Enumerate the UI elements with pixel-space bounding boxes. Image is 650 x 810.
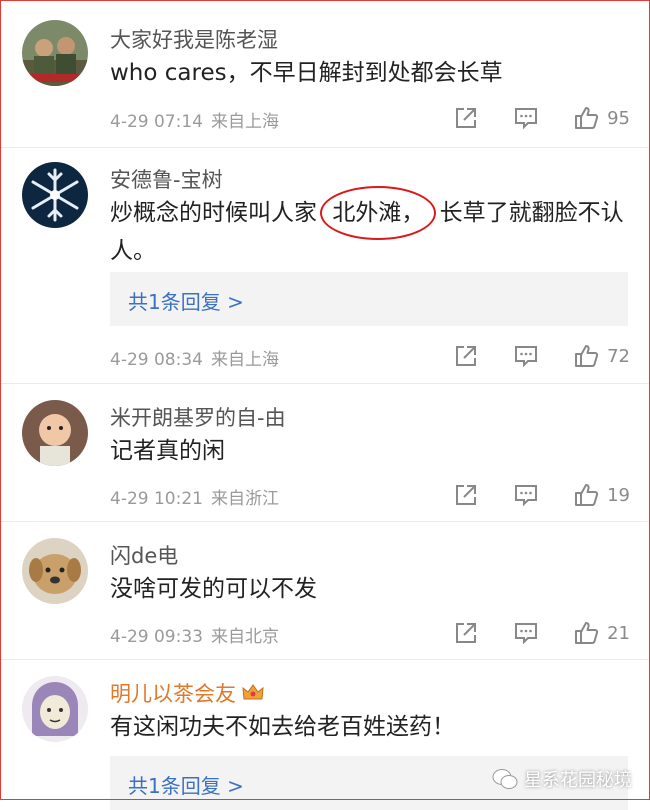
comment-text: 有这闲功夫不如去给老百姓送药！ [110,714,455,740]
like-count: 95 [607,107,630,129]
username[interactable]: 闪de电 [110,540,178,570]
comment-location: 来自北京 [210,627,279,647]
reply-button[interactable] [513,105,539,131]
thumbs-up-icon [575,345,599,367]
comment-meta: 4-29 07:14 来自上海 [110,107,279,132]
comment-icon [515,623,538,645]
comment-actions: 95 [453,104,630,132]
like-button[interactable]: 72 [573,343,630,369]
comment-date: 4-29 07:14 [110,112,203,132]
thumbs-up-icon [575,622,599,644]
username[interactable]: 明儿以茶会友 [110,678,264,708]
reply-count-link[interactable]: 共1条回复 > [128,286,244,315]
comment-item: 闪de电 没啥可发的可以不发 4-29 09:33 来自北京 21 [0,522,650,660]
share-icon [456,346,477,366]
avatar[interactable] [22,162,88,228]
comment-actions: 19 [453,481,630,509]
highlight-circle: 北外滩， [320,186,437,240]
comment-item: 安德鲁-宝树 炒概念的时候叫人家 北外滩， 长草了就翻脸不认人。 共1条回复 >… [0,148,650,384]
like-count: 21 [607,622,630,644]
share-button[interactable] [453,482,479,508]
reply-thread[interactable]: 共1条回复 > [110,272,628,326]
comment-date: 4-29 09:33 [110,627,203,647]
share-button[interactable] [453,343,479,369]
comment-item: 大家好我是陈老湿 who cares，不早日解封到处都会长草 4-29 07:1… [0,0,650,148]
reply-count-link[interactable]: 共1条回复 > [128,770,244,799]
comment-location: 来自浙江 [210,489,279,509]
username[interactable]: 大家好我是陈老湿 [110,24,278,54]
thumbs-up-icon [575,484,599,506]
like-button[interactable]: 95 [573,105,630,131]
avatar[interactable] [22,676,88,742]
comment-icon [515,346,538,368]
comment-date: 4-29 10:21 [110,489,203,509]
share-button[interactable] [453,105,479,131]
comment-icon [515,108,538,130]
comment-meta: 4-29 10:21 来自浙江 [110,484,279,509]
comment-actions: 21 [453,619,630,647]
comment-icon [515,485,538,507]
username-text: 明儿以茶会友 [110,682,236,706]
share-button[interactable] [453,620,479,646]
avatar[interactable] [22,20,88,86]
watermark: 星系花园秘境 [492,766,632,792]
comment-text: 记者真的闲 [110,438,225,464]
comment-meta: 4-29 08:34 来自上海 [110,345,279,370]
share-icon [456,623,477,643]
avatar[interactable] [22,538,88,604]
share-icon [456,485,477,505]
comment-text: 没啥可发的可以不发 [110,576,317,602]
like-button[interactable]: 19 [573,482,630,508]
comment-text: who cares，不早日解封到处都会长草 [110,60,503,86]
thumbs-up-icon [575,107,599,129]
wechat-icon [492,769,518,789]
reply-button[interactable] [513,482,539,508]
comment-location: 来自上海 [210,112,279,132]
username[interactable]: 安德鲁-宝树 [110,164,223,194]
reply-button[interactable] [513,343,539,369]
like-count: 19 [607,484,630,506]
reply-button[interactable] [513,620,539,646]
username[interactable]: 米开朗基罗的自-由 [110,402,286,432]
comment-date: 4-29 08:34 [110,350,203,370]
comment-item: 米开朗基罗的自-由 记者真的闲 4-29 10:21 来自浙江 19 [0,384,650,522]
comment-meta: 4-29 09:33 来自北京 [110,622,279,647]
vip-crown-icon [242,683,264,708]
share-icon [456,108,477,128]
comment-text: 炒概念的时候叫人家 北外滩， 长草了就翻脸不认人。 [110,186,630,270]
avatar[interactable] [22,400,88,466]
comment-actions: 72 [453,342,630,370]
like-count: 72 [607,345,630,367]
text-part: 炒概念的时候叫人家 [110,200,325,226]
comment-location: 来自上海 [210,350,279,370]
like-button[interactable]: 21 [573,620,630,646]
watermark-text: 星系花园秘境 [524,770,632,791]
